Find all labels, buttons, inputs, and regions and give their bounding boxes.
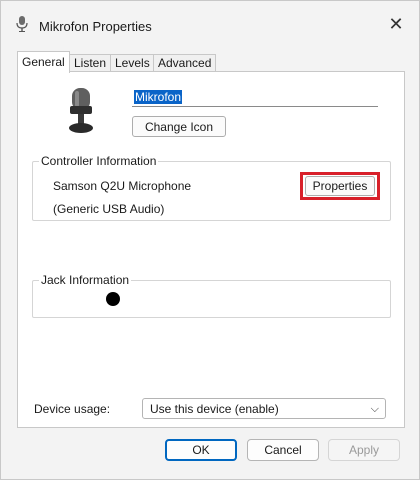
device-usage-label: Device usage: xyxy=(34,402,111,416)
device-usage-select[interactable]: Use this device (enable) ⌵ xyxy=(142,398,386,419)
general-panel: Mikrofon Change Icon Controller Informat… xyxy=(17,71,405,428)
window-title: Mikrofon Properties xyxy=(39,19,152,34)
controller-info-group: Controller Information Samson Q2U Microp… xyxy=(32,154,391,221)
apply-button[interactable]: Apply xyxy=(328,439,400,461)
device-name-field[interactable]: Mikrofon xyxy=(132,90,378,107)
chevron-down-icon: ⌵ xyxy=(370,403,379,415)
tab-listen[interactable]: Listen xyxy=(69,54,112,72)
tab-general[interactable]: General xyxy=(17,51,70,73)
tab-advanced[interactable]: Advanced xyxy=(153,54,217,72)
jack-info-group: Jack Information xyxy=(32,273,391,318)
cancel-button[interactable]: Cancel xyxy=(247,439,319,461)
controller-properties-button[interactable]: Properties xyxy=(305,176,375,196)
close-icon: ✕ xyxy=(388,13,404,34)
device-name-value: Mikrofon xyxy=(134,90,183,104)
microphone-icon xyxy=(69,88,93,133)
controller-info-heading: Controller Information xyxy=(39,154,159,168)
close-button[interactable]: ✕ xyxy=(385,13,407,35)
change-icon-button[interactable]: Change Icon xyxy=(132,116,226,137)
microphone-icon xyxy=(16,16,28,32)
title-bar[interactable]: Mikrofon Properties ✕ xyxy=(1,1,419,41)
jack-info-heading: Jack Information xyxy=(39,273,132,287)
controller-name: Samson Q2U Microphone xyxy=(53,179,192,193)
properties-dialog: Mikrofon Properties ✕ General Listen Lev… xyxy=(0,0,420,480)
controller-driver: (Generic USB Audio) xyxy=(53,202,165,216)
device-usage-value: Use this device (enable) xyxy=(150,402,279,416)
jack-color-indicator xyxy=(106,292,120,306)
tab-levels[interactable]: Levels xyxy=(110,54,155,72)
ok-button[interactable]: OK xyxy=(165,439,237,461)
